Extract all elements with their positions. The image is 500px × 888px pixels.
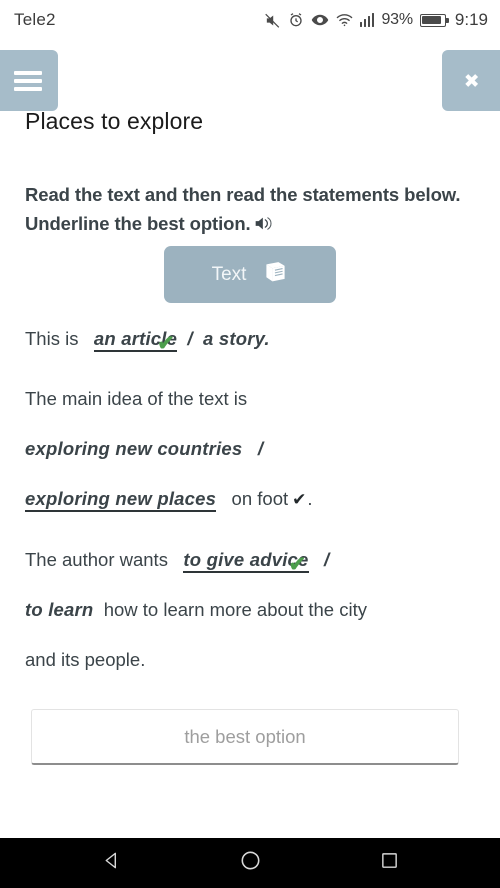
signal-bars-icon <box>359 13 375 27</box>
status-bar: Tele2 93% 9:19 <box>0 0 500 40</box>
text-button[interactable]: Text <box>164 246 336 303</box>
close-x-icon <box>459 68 485 94</box>
statement-line-4: exploring new places on foot ✔. <box>25 474 475 525</box>
menu-button[interactable] <box>0 50 58 111</box>
option-exploring-new-countries[interactable]: exploring new countries <box>25 438 242 459</box>
statement-line-6: to learn how to learn more about the cit… <box>25 585 475 635</box>
separator-1: / <box>187 328 193 349</box>
statement-line-3: exploring new countries / <box>25 424 475 474</box>
hamburger-menu-icon <box>14 67 42 95</box>
statement-line-7: and its people. <box>25 635 475 685</box>
battery-percent-label: 93% <box>381 11 413 28</box>
statement-3-end: and its people. <box>25 649 146 670</box>
text-button-label: Text <box>211 263 247 285</box>
statement-1-lead: This is <box>25 328 79 349</box>
recents-square-icon <box>380 851 399 875</box>
instruction-text: Read the text and then read the statemen… <box>25 180 475 240</box>
statement-3-tail: how to learn more about the city <box>103 599 367 620</box>
statement-line-1: This is an article ✔ / a story. <box>25 328 270 355</box>
exercise-body: This is an article ✔ / a story. The main … <box>25 314 475 685</box>
statement-2-lead: The main idea of the text is <box>25 388 248 409</box>
statement-line-2: The main idea of the text is <box>25 374 475 424</box>
clock-label: 9:19 <box>454 10 488 29</box>
separator-2: / <box>257 438 264 459</box>
carrier-label: Tele2 <box>14 10 56 29</box>
wifi-icon <box>336 13 353 27</box>
android-nav-bar <box>0 838 500 888</box>
statement-2-end: . <box>307 488 313 509</box>
answer-input[interactable] <box>31 709 459 765</box>
battery-icon <box>419 13 449 27</box>
back-button[interactable] <box>94 846 128 880</box>
page-title: Places to explore <box>25 108 204 134</box>
close-button[interactable] <box>442 50 500 111</box>
back-triangle-icon <box>102 851 121 875</box>
statement-3-lead: The author wants <box>25 549 168 570</box>
home-circle-icon <box>240 850 261 876</box>
mute-icon <box>264 12 281 29</box>
eye-care-icon <box>311 13 329 27</box>
option-a-story[interactable]: a story. <box>203 328 270 349</box>
statement-2-tail: on foot <box>231 488 289 509</box>
speaker-icon[interactable] <box>254 211 274 240</box>
dark-check-icon-1: ✔ <box>292 490 307 509</box>
phone-screen: Tele2 93% 9:19 Places to explore Read th… <box>0 0 500 888</box>
instruction-label: Read the text and then read the statemen… <box>25 184 461 234</box>
option-exploring-new-places[interactable]: exploring new places <box>25 488 217 512</box>
alarm-icon <box>288 12 304 28</box>
status-icons: 93% 9:19 <box>264 10 488 30</box>
home-button[interactable] <box>233 846 267 880</box>
book-icon <box>263 261 288 289</box>
recents-button[interactable] <box>372 846 406 880</box>
option-to-learn[interactable]: to learn <box>25 599 93 620</box>
statement-line-5: The author wants to give advice ✔ / <box>25 549 330 576</box>
separator-3: / <box>323 549 330 570</box>
